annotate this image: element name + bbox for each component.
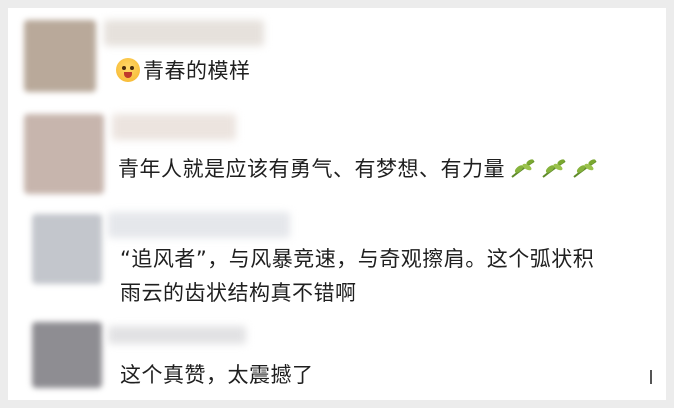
scroll-indicator [650,370,652,384]
avatar[interactable] [32,322,102,388]
avatar[interactable] [32,214,102,284]
avatar[interactable] [24,20,96,92]
commenter-name[interactable] [104,20,264,46]
leaf-icon [573,159,597,178]
comment-list: 青春的模样 青年人就是应该有勇气、有梦想、有力量 “追风者”，与风暴竞速，与奇观… [8,8,666,400]
comment-text: 青年人就是应该有勇气、有梦想、有力量 [118,152,598,186]
avatar[interactable] [24,114,104,194]
commenter-name[interactable] [108,212,290,238]
commenter-name[interactable] [108,326,246,344]
leaf-icon [542,159,566,178]
comment-text: 这个真赞，太震撼了 [120,363,314,387]
face-emoji-icon [116,58,140,82]
leaf-icon [511,159,535,178]
comment-text: “追风者”，与风暴竞速，与奇观擦肩。这个弧状积 雨云的齿状结构真不错啊 [120,247,595,305]
comment-text: 青春的模样 [116,54,251,88]
commenter-name[interactable] [112,114,236,140]
